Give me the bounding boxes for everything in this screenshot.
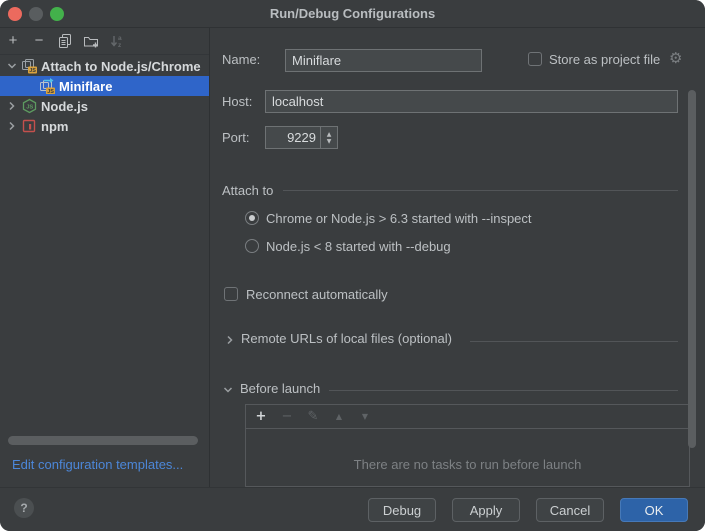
- new-folder-icon[interactable]: [83, 33, 99, 49]
- attach-nodejs-chrome-icon: JS: [21, 58, 38, 74]
- radio-chrome-or-nodejs-inspect[interactable]: [245, 211, 259, 225]
- remove-task-icon: −: [280, 409, 294, 424]
- dialog-footer: ? Debug Apply Cancel OK: [0, 487, 705, 531]
- ok-button[interactable]: OK: [620, 498, 688, 522]
- name-label: Name:: [222, 52, 260, 67]
- title-bar: Run/Debug Configurations: [0, 0, 705, 28]
- remote-urls-separator: [470, 341, 678, 342]
- remote-urls-section-label[interactable]: Remote URLs of local files (optional): [241, 331, 452, 346]
- gear-icon[interactable]: ⚙: [669, 49, 682, 67]
- content-vertical-scrollbar[interactable]: [688, 90, 696, 448]
- port-label: Port:: [222, 130, 249, 145]
- reconnect-automatically-label: Reconnect automatically: [246, 287, 388, 302]
- dialog-title: Run/Debug Configurations: [0, 6, 705, 21]
- attach-to-group-label: Attach to: [222, 183, 273, 198]
- sidebar-horizontal-scrollbar[interactable]: [8, 436, 198, 445]
- tree-item-label: Attach to Node.js/Chrome: [41, 59, 201, 74]
- radio-chrome-or-nodejs-inspect-label: Chrome or Node.js > 6.3 started with --i…: [266, 211, 532, 226]
- npm-icon: [21, 118, 38, 134]
- tree-item-label: Miniflare: [59, 79, 112, 94]
- tree-item-nodejs[interactable]: JS Node.js: [0, 96, 209, 116]
- add-task-icon[interactable]: +: [254, 409, 268, 424]
- edit-task-icon: ✎: [306, 409, 320, 424]
- attach-to-separator: [283, 190, 678, 191]
- tree-item-label: npm: [41, 119, 68, 134]
- before-launch-section-label[interactable]: Before launch: [240, 381, 320, 396]
- svg-text:JS: JS: [26, 105, 33, 111]
- attach-nodejs-chrome-run-icon: JS: [39, 78, 56, 94]
- tree-item-attach-to-nodejs-chrome[interactable]: JS Attach to Node.js/Chrome: [0, 56, 209, 76]
- svg-text:z: z: [118, 42, 122, 49]
- chevron-right-icon[interactable]: [6, 101, 18, 111]
- cancel-button[interactable]: Cancel: [536, 498, 604, 522]
- configurations-sidebar: + −: [0, 28, 210, 487]
- stepper-down-icon[interactable]: ▼: [327, 138, 332, 145]
- copy-configuration-icon[interactable]: [57, 33, 73, 49]
- configuration-tree: JS Attach to Node.js/Chrome JS M: [0, 56, 209, 136]
- sort-alphabetically-icon: a z: [109, 33, 125, 49]
- tree-item-miniflare[interactable]: JS Miniflare: [0, 76, 209, 96]
- chevron-right-icon[interactable]: [6, 121, 18, 131]
- move-task-down-icon: ▼: [358, 412, 372, 421]
- move-task-up-icon: ▲: [332, 412, 346, 421]
- apply-button[interactable]: Apply: [452, 498, 520, 522]
- remove-configuration-icon[interactable]: −: [31, 33, 47, 49]
- host-label: Host:: [222, 94, 252, 109]
- port-spinner: ▲ ▼: [265, 126, 338, 149]
- before-launch-empty-text: There are no tasks to run before launch: [246, 457, 689, 472]
- name-input[interactable]: [285, 49, 482, 72]
- svg-text:JS: JS: [47, 89, 54, 94]
- sidebar-toolbar: + −: [0, 28, 209, 55]
- port-input[interactable]: [266, 127, 321, 148]
- chevron-down-icon[interactable]: [223, 385, 233, 395]
- run-debug-configurations-dialog: Run/Debug Configurations + −: [0, 0, 705, 531]
- before-launch-toolbar: + − ✎ ▲ ▼: [246, 405, 689, 429]
- tree-item-label: Node.js: [41, 99, 88, 114]
- store-as-project-file-label: Store as project file: [549, 52, 660, 67]
- tree-item-npm[interactable]: npm: [0, 116, 209, 136]
- port-stepper[interactable]: ▲ ▼: [320, 127, 337, 148]
- reconnect-automatically-checkbox[interactable]: [224, 287, 238, 301]
- radio-nodejs-debug-label: Node.js < 8 started with --debug: [266, 239, 451, 254]
- chevron-right-icon[interactable]: [225, 335, 235, 345]
- svg-text:JS: JS: [29, 68, 36, 74]
- chevron-down-icon[interactable]: [6, 61, 18, 71]
- before-launch-separator: [329, 390, 678, 391]
- help-button[interactable]: ?: [14, 498, 34, 518]
- debug-button[interactable]: Debug: [368, 498, 436, 522]
- store-as-project-file-checkbox[interactable]: [528, 52, 542, 66]
- add-configuration-icon[interactable]: +: [5, 33, 21, 49]
- svg-text:a: a: [118, 35, 122, 42]
- radio-nodejs-debug[interactable]: [245, 239, 259, 253]
- host-input[interactable]: [265, 90, 678, 113]
- stepper-up-icon[interactable]: ▲: [327, 131, 332, 138]
- before-launch-panel: + − ✎ ▲ ▼ There are no tasks to run befo…: [245, 404, 690, 487]
- nodejs-icon: JS: [21, 98, 38, 114]
- edit-configuration-templates-link[interactable]: Edit configuration templates...: [12, 457, 183, 472]
